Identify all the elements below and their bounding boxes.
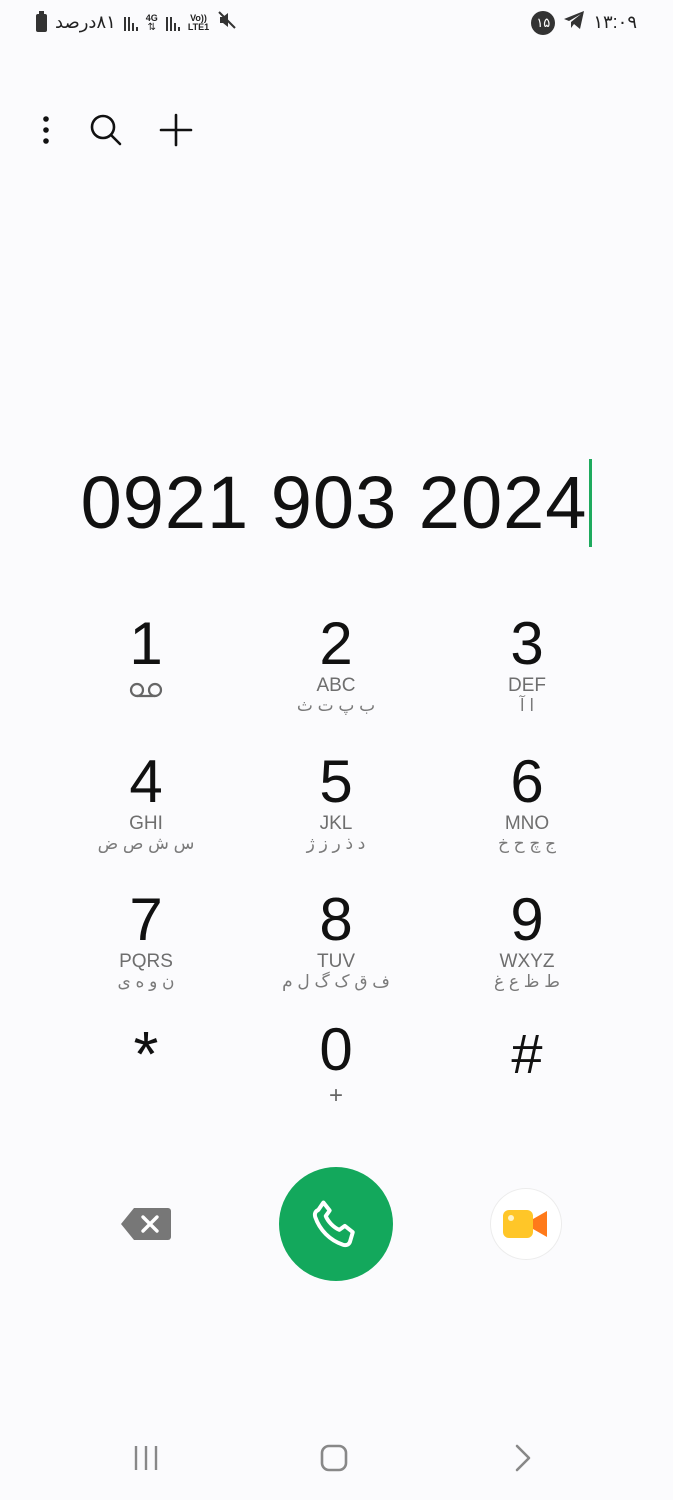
key-digit: 6 xyxy=(510,748,544,815)
signal-strength-icon-2 xyxy=(165,15,180,31)
home-button[interactable] xyxy=(304,1434,364,1482)
key-digit: 2 xyxy=(319,610,353,677)
key-letters: PQRS xyxy=(119,951,173,972)
key-digit: # xyxy=(511,1022,543,1085)
voicemail-icon xyxy=(129,682,163,698)
battery-icon xyxy=(36,10,47,32)
key-letters: JKL xyxy=(319,813,353,834)
key-5[interactable]: 5 JKL د ذ ر ز ژ xyxy=(236,752,436,872)
dialed-number-field[interactable]: 0921 903 2024 xyxy=(0,455,673,550)
key-persian-letters: س ش ص ض xyxy=(97,834,195,853)
back-icon xyxy=(515,1444,531,1472)
key-digit: 7 xyxy=(129,886,163,953)
key-letters: WXYZ xyxy=(499,951,555,972)
text-cursor xyxy=(589,458,593,547)
notification-count-badge: ۱۵ xyxy=(531,10,556,35)
key-letters: GHI xyxy=(129,813,163,834)
recent-apps-button[interactable] xyxy=(116,1434,176,1482)
clock: ۱۳:۰۹ xyxy=(593,12,637,32)
network-type-icon: 4G ⇅ xyxy=(146,13,158,33)
mute-icon xyxy=(217,10,237,35)
key-letters: ABC xyxy=(316,675,356,696)
key-4[interactable]: 4 GHI س ش ص ض xyxy=(46,752,246,872)
back-button[interactable] xyxy=(492,1434,552,1482)
battery-percent: ۸۱درصد xyxy=(55,12,116,32)
key-letters: MNO xyxy=(504,813,550,834)
add-contact-button[interactable] xyxy=(154,108,198,152)
search-button[interactable] xyxy=(84,108,128,152)
key-persian-letters: ط ظ ع غ xyxy=(494,972,560,991)
key-persian-letters: د ذ ر ز ژ xyxy=(306,834,366,853)
key-0[interactable]: 0 + xyxy=(236,1020,436,1140)
volte-label-bottom: LTE1 xyxy=(187,21,210,32)
key-digit: 3 xyxy=(510,610,544,677)
recent-apps-icon xyxy=(134,1446,158,1470)
key-persian-letters: ب پ ت ث xyxy=(296,696,376,715)
dialed-number: 0921 903 2024 xyxy=(80,461,588,544)
key-persian-letters: ج چ ح خ xyxy=(497,834,557,853)
volte-icon: Vo)) LTE1 xyxy=(187,13,210,32)
backspace-button[interactable] xyxy=(110,1198,182,1250)
call-button[interactable] xyxy=(279,1167,393,1281)
more-options-button[interactable] xyxy=(36,108,56,152)
key-digit: 4 xyxy=(129,748,163,815)
video-call-icon xyxy=(503,1210,547,1238)
status-bar: ۸۱درصد 4G ⇅ Vo)) LTE1 ۱۵ ۱۳:۰۹ xyxy=(0,0,673,44)
home-icon xyxy=(320,1444,348,1472)
status-bar-left: ۸۱درصد 4G ⇅ Vo)) LTE1 xyxy=(36,10,237,35)
key-digit: 1 xyxy=(129,610,163,677)
status-bar-right: ۱۵ ۱۳:۰۹ xyxy=(531,10,637,35)
backspace-icon xyxy=(121,1208,171,1240)
key-letters: TUV xyxy=(317,951,355,972)
dialer-toolbar xyxy=(36,108,224,152)
data-arrows-icon: ⇅ xyxy=(147,21,156,33)
key-1[interactable]: 1 xyxy=(46,614,246,734)
key-9[interactable]: 9 WXYZ ط ظ ع غ xyxy=(427,890,627,1010)
key-8[interactable]: 8 TUV ف ق ک گ ل م xyxy=(236,890,436,1010)
more-vertical-icon xyxy=(43,116,49,144)
key-persian-letters: ا آ xyxy=(519,696,535,715)
key-persian-letters: ن و ه ی xyxy=(117,972,175,991)
key-digit: 5 xyxy=(319,748,353,815)
key-7[interactable]: 7 PQRS ن و ه ی xyxy=(46,890,246,1010)
search-icon xyxy=(90,114,122,146)
signal-strength-icon xyxy=(123,15,138,31)
key-6[interactable]: 6 MNO ج چ ح خ xyxy=(427,752,627,872)
plus-icon xyxy=(159,113,193,147)
key-digit: 9 xyxy=(510,886,544,953)
key-digit: * xyxy=(133,1018,159,1090)
key-3[interactable]: 3 DEF ا آ xyxy=(427,614,627,734)
key-persian-letters: ف ق ک گ ل م xyxy=(282,972,390,991)
system-nav-bar xyxy=(0,1420,673,1500)
key-letters: DEF xyxy=(508,675,546,696)
key-hash[interactable]: # xyxy=(427,1024,627,1144)
key-2[interactable]: 2 ABC ب پ ت ث xyxy=(236,614,436,734)
key-star[interactable]: * xyxy=(46,1018,246,1144)
phone-icon xyxy=(312,1200,355,1248)
key-digit: 0 xyxy=(319,1016,353,1083)
telegram-icon xyxy=(563,10,585,35)
video-call-button[interactable] xyxy=(491,1189,561,1259)
key-digit: 8 xyxy=(319,886,353,953)
phone-dialer-screen: ۸۱درصد 4G ⇅ Vo)) LTE1 ۱۵ ۱۳:۰۹ 0921 903 … xyxy=(0,0,673,1500)
key-plus-label: + xyxy=(328,1082,343,1109)
